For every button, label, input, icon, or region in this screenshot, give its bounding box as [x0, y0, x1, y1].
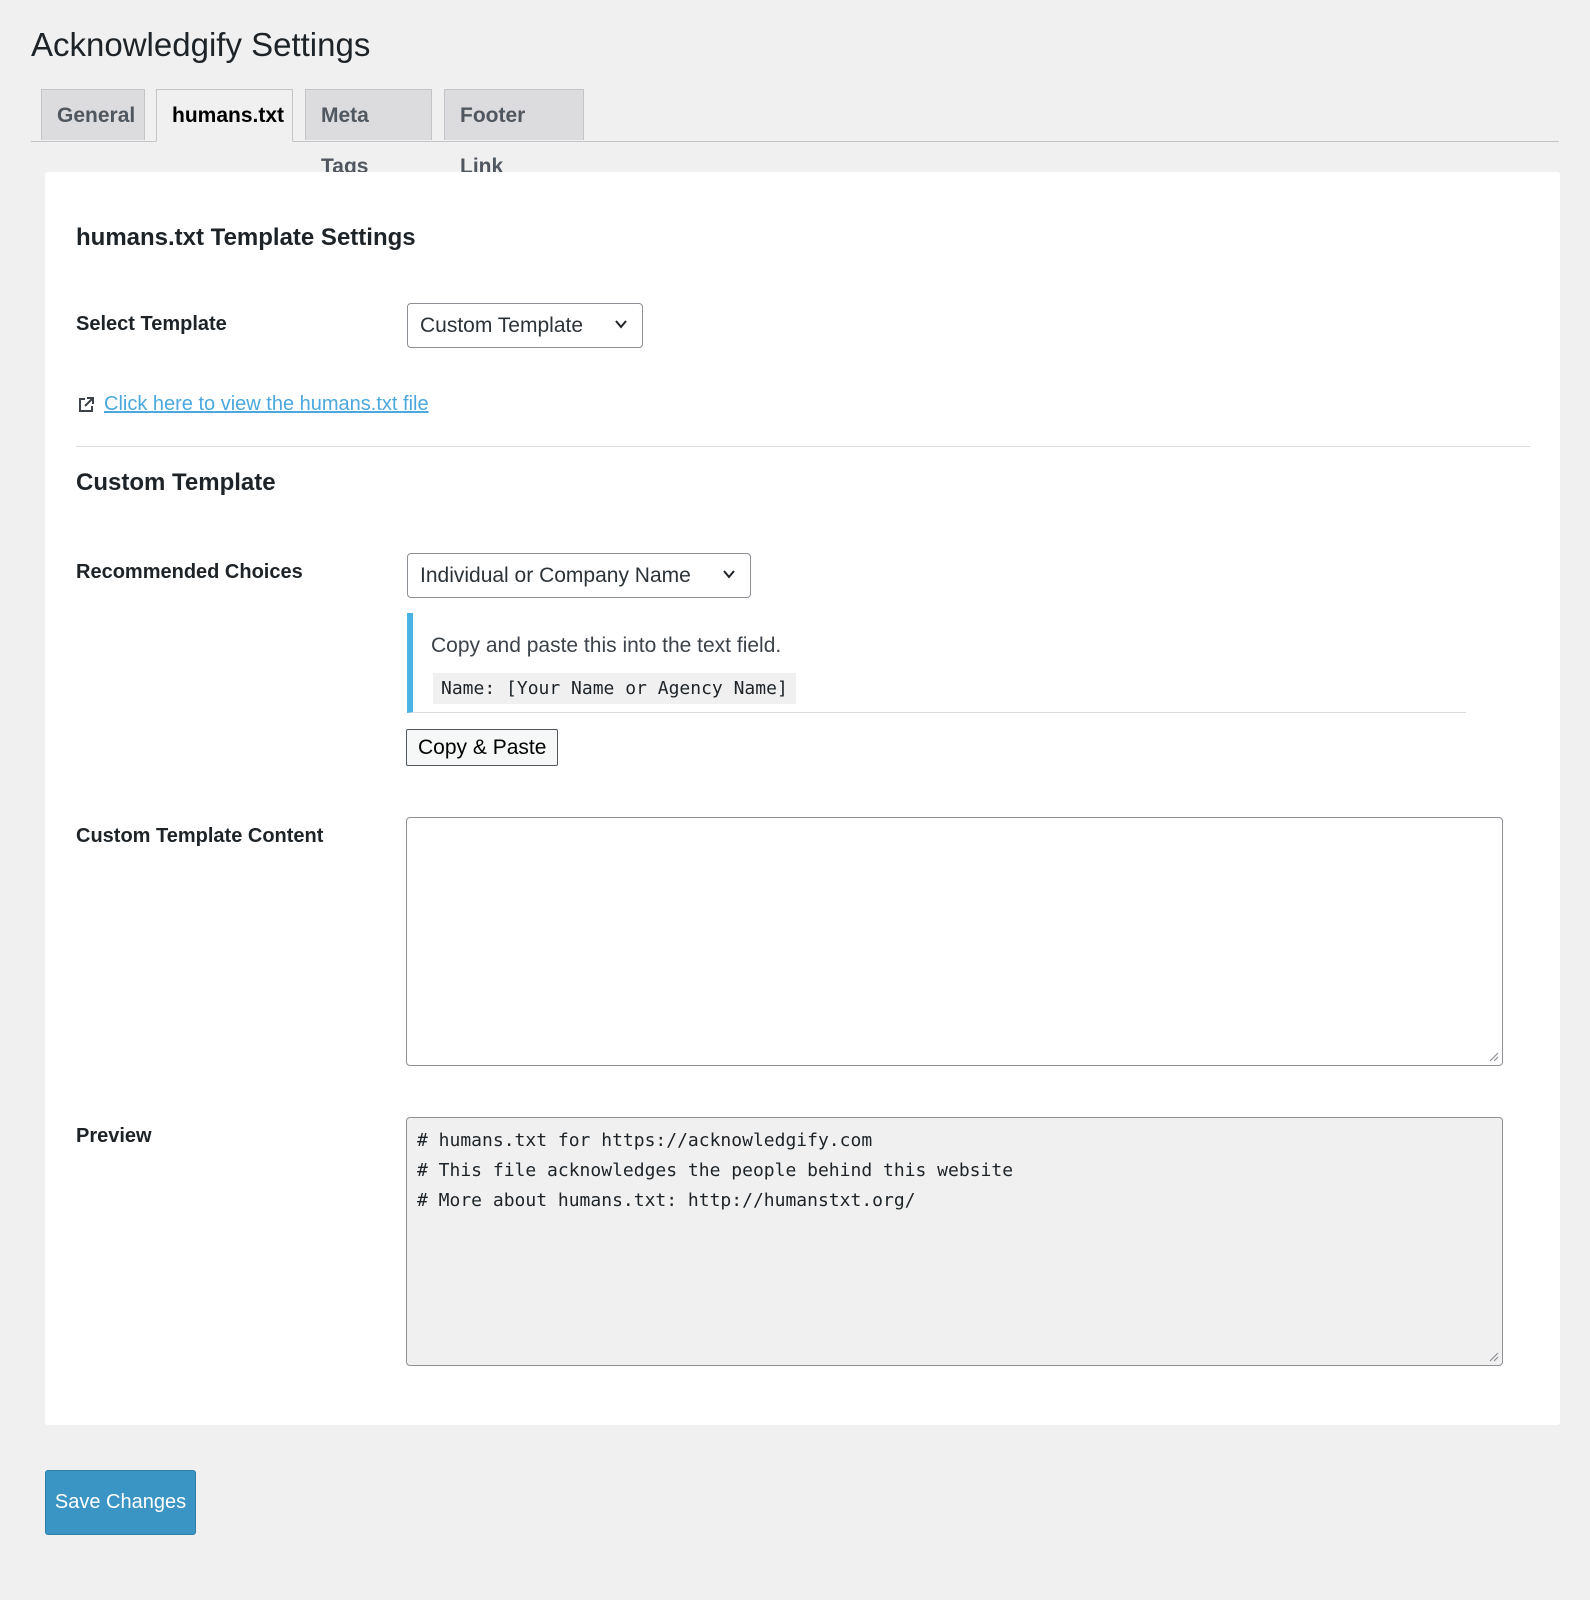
external-link-icon [79, 396, 94, 412]
copy-paste-button[interactable]: Copy & Paste [406, 729, 559, 766]
section-divider [76, 446, 1530, 447]
tab-general[interactable]: General [41, 89, 145, 140]
tab-humans-txt[interactable]: humans.txt [156, 89, 293, 142]
settings-tabs: General humans.txt Meta Tags Footer Link [31, 89, 1559, 178]
template-settings-heading: humans.txt Template Settings [76, 224, 416, 251]
preview-textarea[interactable]: # humans.txt for https://acknowledgify.c… [406, 1117, 1503, 1366]
recommended-choices-label: Recommended Choices [76, 561, 303, 583]
select-template-value: Custom Template [420, 314, 584, 337]
notice-text: Copy and paste this into the text field. [431, 634, 782, 657]
custom-template-heading: Custom Template [76, 469, 276, 496]
notice-code-snippet: Name: [Your Name or Agency Name] [433, 673, 796, 704]
recommended-choices-dropdown[interactable]: Individual or Company Name [407, 553, 751, 598]
resize-grip-icon[interactable] [1488, 1351, 1499, 1362]
settings-card: humans.txt Template Settings Select Temp… [45, 172, 1560, 1425]
select-template-label: Select Template [76, 313, 227, 335]
resize-grip-icon[interactable] [1488, 1051, 1499, 1062]
view-humans-link-row: Click here to view the humans.txt file [76, 393, 429, 416]
save-changes-button[interactable]: Save Changes [45, 1470, 196, 1535]
page-title: Acknowledgify Settings [31, 26, 371, 63]
tab-meta-tags[interactable]: Meta Tags [305, 89, 432, 178]
preview-content: # humans.txt for https://acknowledgify.c… [417, 1130, 1014, 1211]
view-humans-txt-link[interactable]: Click here to view the humans.txt file [104, 393, 429, 416]
select-template-dropdown[interactable]: Custom Template [407, 303, 643, 348]
chevron-down-icon [723, 570, 735, 579]
tab-footer-link[interactable]: Footer Link [444, 89, 584, 178]
recommended-choices-value: Individual or Company Name [420, 564, 691, 587]
custom-template-content-textarea[interactable] [406, 817, 1503, 1066]
custom-template-content-label: Custom Template Content [76, 825, 324, 847]
copy-paste-notice: Copy and paste this into the text field.… [407, 613, 1466, 713]
chevron-down-icon [615, 320, 627, 329]
preview-label: Preview [76, 1125, 152, 1147]
